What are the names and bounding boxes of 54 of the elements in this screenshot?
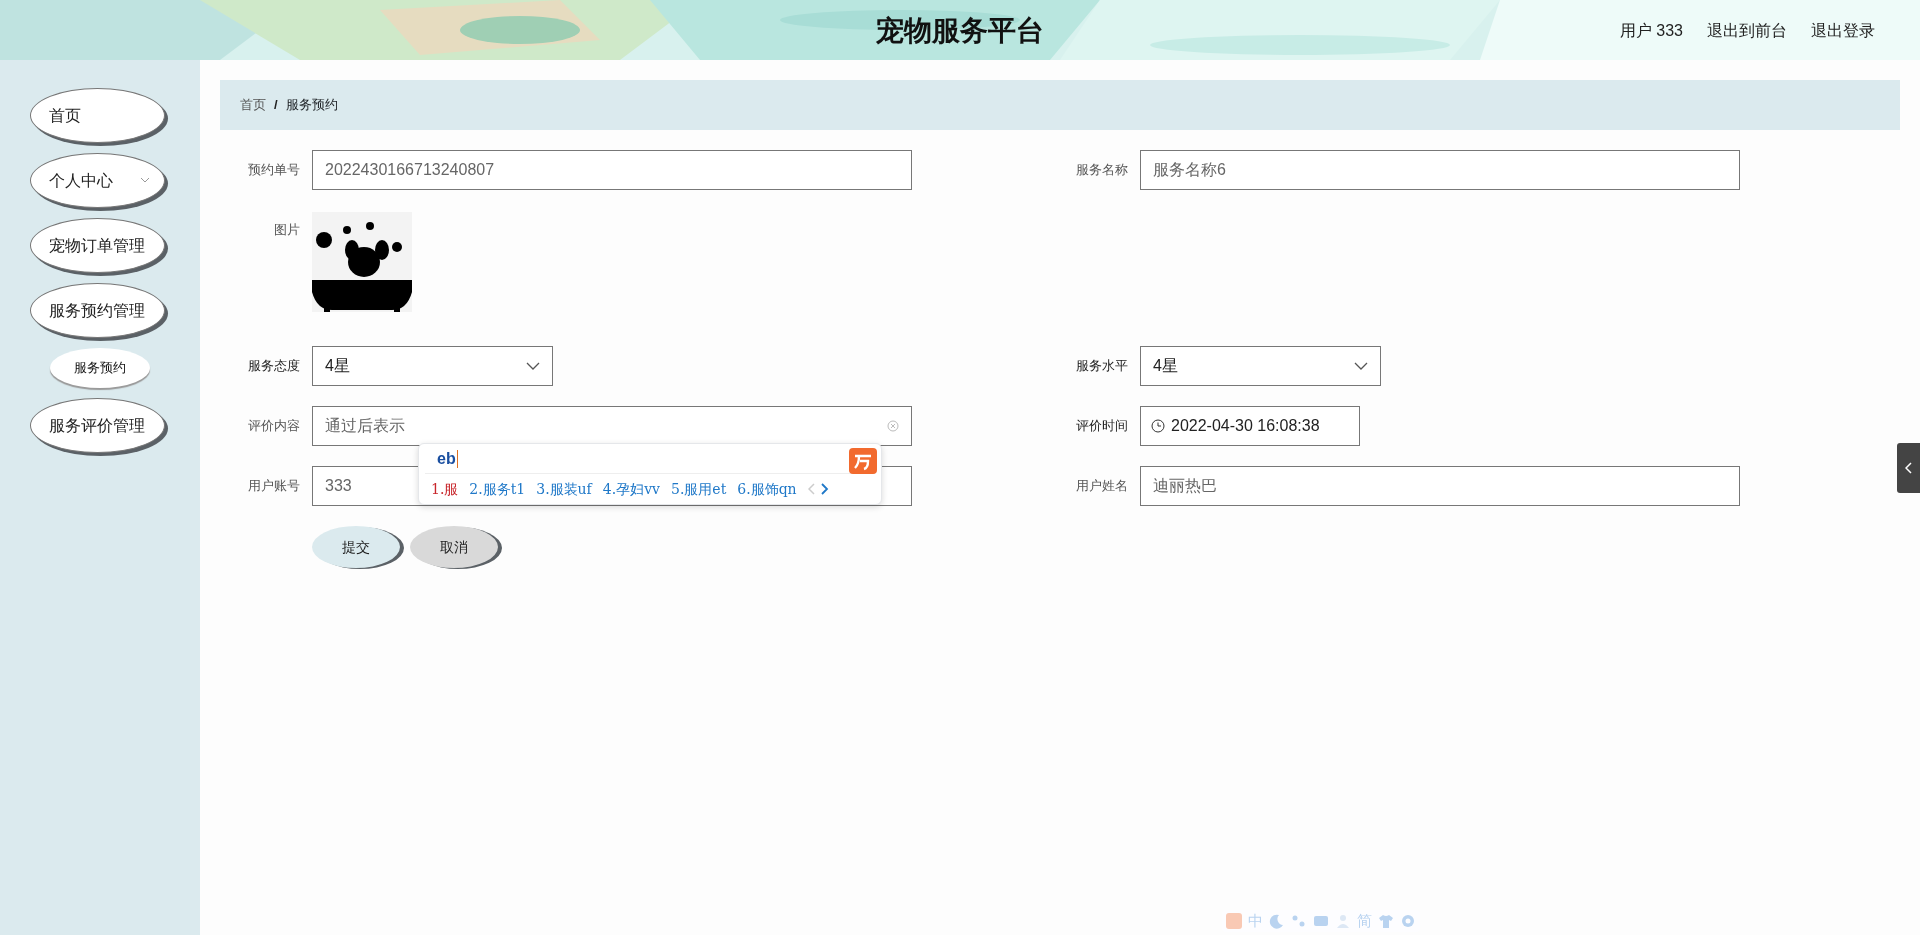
user-icon[interactable] — [1335, 913, 1351, 929]
chevron-left-icon — [1904, 462, 1913, 474]
punctuation-icon[interactable] — [1291, 913, 1307, 929]
clock-icon — [1151, 419, 1165, 433]
menu-item[interactable]: 服务预约管理 — [30, 283, 165, 338]
datetime-field[interactable]: 2022-04-30 16:08:38 — [1140, 406, 1360, 446]
settings-icon[interactable] — [1400, 913, 1416, 929]
chevron-down-icon — [140, 176, 150, 184]
menu-item[interactable]: 个人中心 — [30, 153, 165, 208]
ime-input-text: eb — [437, 448, 456, 469]
field-label: 用户姓名 — [1075, 477, 1129, 495]
field-label: 评价内容 — [247, 417, 301, 435]
breadcrumb-item: 服务预约 — [285, 96, 338, 115]
user-label: 用户 333 — [1619, 21, 1683, 41]
clear-icon[interactable] — [887, 420, 899, 432]
field-label: 评价时间 — [1075, 417, 1129, 435]
chevron-down-icon — [1354, 362, 1368, 370]
ime-candidate[interactable]: 6.服饰qn — [737, 478, 797, 500]
site-title: 宠物服务平台 — [876, 14, 1044, 48]
input-field[interactable]: 通过后表示 — [312, 406, 912, 446]
field-label: 服务名称 — [1075, 161, 1129, 179]
select-field[interactable]: 4星 — [312, 346, 553, 386]
header-link[interactable]: 退出到前台 — [1707, 19, 1787, 43]
breadcrumb-item[interactable]: 首页 — [240, 95, 266, 115]
submit-button[interactable]: 提交 — [312, 526, 400, 568]
field-label: 服务水平 — [1075, 357, 1129, 375]
moon-icon[interactable] — [1269, 913, 1285, 929]
ime-candidate[interactable]: 4.孕妇vv — [602, 478, 660, 500]
field-label: 用户账号 — [247, 477, 301, 495]
side-panel-toggle[interactable] — [1897, 443, 1920, 493]
menu-item[interactable]: 服务评价管理 — [30, 398, 165, 453]
input-field[interactable]: 服务名称6 — [1140, 150, 1740, 190]
input-field[interactable]: 2022430166713240807 — [312, 150, 912, 190]
submenu-item[interactable]: 服务预约 — [50, 348, 150, 388]
field-label: 预约单号 — [247, 161, 301, 179]
menu-item[interactable]: 首页 — [30, 88, 165, 143]
text-cursor — [456, 449, 458, 468]
cancel-button[interactable]: 取消 — [410, 526, 498, 568]
ime-candidate[interactable]: 5.服用et — [671, 478, 727, 500]
ime-candidate[interactable]: 2.服务t1 — [469, 478, 526, 500]
field-label: 图片 — [273, 221, 301, 239]
breadcrumb-separator: / — [274, 96, 278, 115]
menu-item[interactable]: 宠物订单管理 — [30, 218, 165, 273]
shirt-icon[interactable] — [1378, 913, 1394, 929]
keyboard-icon[interactable] — [1313, 913, 1329, 929]
ime-candidate[interactable]: 3.服装uf — [536, 478, 592, 500]
ime-logo-icon — [849, 448, 877, 474]
ime-candidate[interactable]: 1.服 — [431, 478, 459, 500]
select-field[interactable]: 4星 — [1140, 346, 1381, 386]
field-label: 服务态度 — [247, 357, 301, 375]
chevron-down-icon — [526, 362, 540, 370]
ime-logo-icon[interactable] — [1226, 913, 1242, 929]
input-field[interactable]: 迪丽热巴 — [1140, 466, 1740, 506]
header-link[interactable]: 退出登录 — [1811, 19, 1875, 43]
